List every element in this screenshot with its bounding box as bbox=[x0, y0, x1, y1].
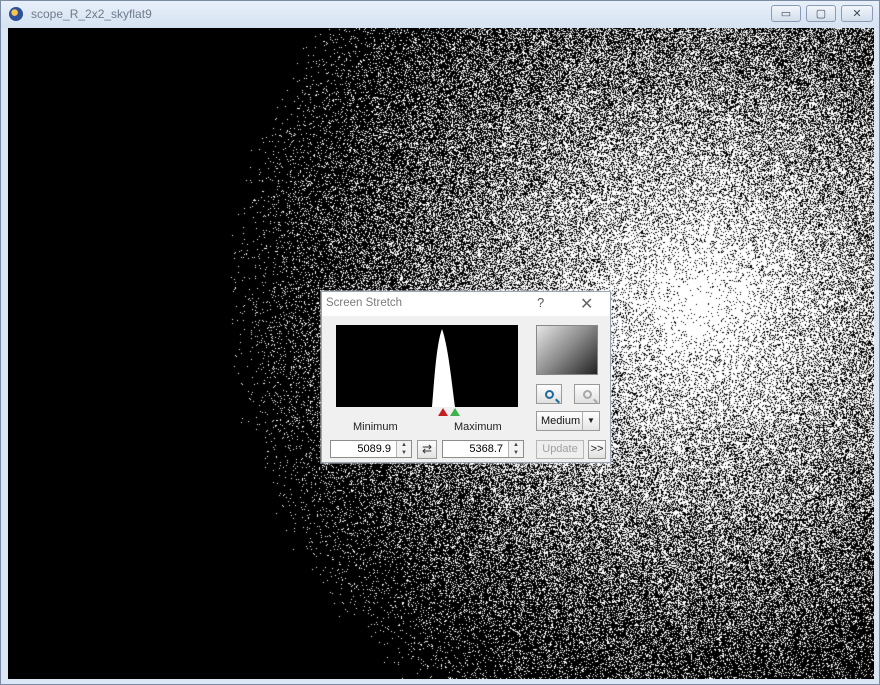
zoom-in-icon bbox=[544, 389, 554, 399]
minimum-label: Minimum bbox=[353, 421, 398, 433]
minimum-marker[interactable] bbox=[438, 408, 448, 416]
histogram-plot bbox=[432, 329, 455, 407]
maximum-label: Maximum bbox=[454, 421, 502, 433]
main-window: scope_R_2x2_skyflat9 ▭ ▢ ✕ Screen Stretc… bbox=[0, 0, 880, 685]
chevron-down-icon[interactable]: ▼ bbox=[582, 412, 599, 430]
update-button[interactable]: Update bbox=[536, 440, 584, 459]
minimum-spinbox[interactable]: ▲ ▼ bbox=[330, 440, 412, 458]
stretch-mode-select[interactable]: Medium ▼ bbox=[536, 411, 600, 431]
zoom-out-icon bbox=[582, 389, 592, 399]
minimum-input[interactable] bbox=[331, 441, 393, 457]
maximum-spin-arrows[interactable]: ▲ ▼ bbox=[508, 441, 523, 457]
window-title: scope_R_2x2_skyflat9 bbox=[31, 7, 152, 21]
close-button[interactable]: ✕ bbox=[841, 5, 873, 22]
dialog-close-icon[interactable]: ✕ bbox=[580, 294, 593, 314]
histogram[interactable] bbox=[336, 325, 518, 407]
spin-down-icon[interactable]: ▼ bbox=[397, 449, 411, 457]
maximum-input[interactable] bbox=[443, 441, 505, 457]
window-titlebar[interactable]: scope_R_2x2_skyflat9 ▭ ▢ ✕ bbox=[1, 1, 879, 28]
spin-up-icon[interactable]: ▲ bbox=[397, 441, 411, 449]
swap-button[interactable]: ⇄ bbox=[417, 440, 437, 459]
dialog-titlebar[interactable]: Screen Stretch ? ✕ bbox=[322, 292, 610, 316]
app-icon bbox=[9, 7, 23, 21]
maximum-marker[interactable] bbox=[450, 408, 460, 416]
minimize-button[interactable]: ▭ bbox=[771, 5, 801, 22]
zoom-in-button[interactable] bbox=[536, 384, 562, 404]
screen-stretch-dialog: Screen Stretch ? ✕ Minimum Maximum ▲ ▼ ⇄… bbox=[321, 291, 611, 463]
minimum-spin-arrows[interactable]: ▲ ▼ bbox=[396, 441, 411, 457]
stretch-preview bbox=[536, 325, 598, 375]
help-icon[interactable]: ? bbox=[537, 295, 544, 310]
dialog-title: Screen Stretch bbox=[326, 297, 403, 309]
expand-button[interactable]: >> bbox=[588, 440, 606, 459]
zoom-out-button[interactable] bbox=[574, 384, 600, 404]
spin-up-icon[interactable]: ▲ bbox=[509, 441, 523, 449]
stretch-mode-value: Medium bbox=[541, 415, 581, 427]
maximum-spinbox[interactable]: ▲ ▼ bbox=[442, 440, 524, 458]
maximize-button[interactable]: ▢ bbox=[806, 5, 836, 22]
spin-down-icon[interactable]: ▼ bbox=[509, 449, 523, 457]
